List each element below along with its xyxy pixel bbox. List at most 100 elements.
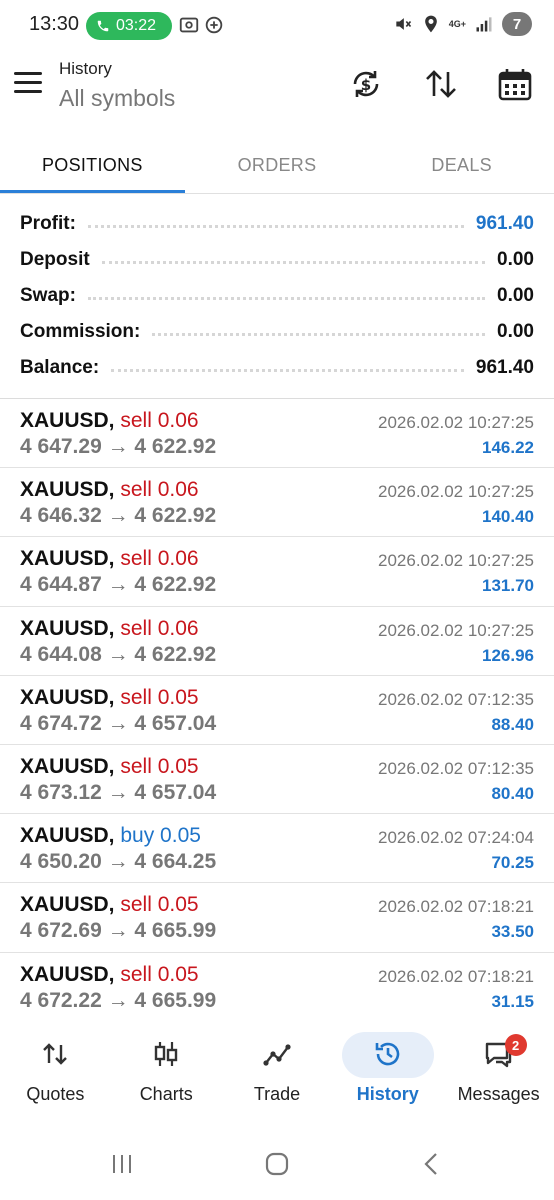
- position-profit: 88.40: [491, 714, 534, 734]
- call-indicator[interactable]: 03:22: [86, 12, 172, 40]
- position-side: sell 0.06: [120, 478, 199, 502]
- arrow-right-icon: →: [101, 919, 135, 943]
- position-symbol: XAUUSD, sell 0.06: [20, 617, 199, 641]
- position-prices: 4 644.87 → 4 622.92: [20, 573, 216, 597]
- open-price: 4 674.72: [20, 711, 102, 735]
- tab-orders[interactable]: ORDERS: [185, 136, 370, 194]
- summary-swap-row: Swap: 0.00: [20, 278, 534, 314]
- close-price: 4 657.04: [134, 780, 217, 804]
- profit-value: 961.40: [475, 213, 534, 234]
- balance-value: 961.40: [475, 357, 534, 378]
- position-time: 2026.02.02 10:27:25: [378, 413, 534, 432]
- open-price: 4 672.22: [20, 988, 102, 1008]
- nav-label: Messages: [457, 1084, 540, 1104]
- position-time: 2026.02.02 07:12:35: [378, 689, 534, 709]
- symbol-text: XAUUSD,: [20, 409, 115, 432]
- position-symbol: XAUUSD, sell 0.06: [20, 547, 199, 571]
- symbol-text: XAUUSD,: [20, 478, 115, 502]
- app-bar: History All symbols $: [0, 52, 554, 136]
- position-prices: 4 646.32 → 4 622.92: [20, 504, 216, 528]
- position-time: 2026.02.02 10:27:25: [378, 620, 534, 640]
- arrow-right-icon: →: [101, 435, 135, 458]
- arrow-right-icon: →: [101, 988, 135, 1008]
- position-row[interactable]: XAUUSD, sell 0.05 4 673.12 → 4 657.04 2026…: [0, 745, 554, 815]
- open-price: 4 647.29: [20, 435, 102, 458]
- position-profit: 131.70: [482, 576, 534, 596]
- position-time: 2026.02.02 10:27:25: [378, 482, 534, 502]
- position-profit: 140.40: [482, 507, 534, 527]
- position-row[interactable]: XAUUSD, sell 0.05 4 672.69 → 4 665.99 2026…: [0, 883, 554, 953]
- position-symbol: XAUUSD, sell 0.06: [20, 409, 199, 433]
- position-row[interactable]: XAUUSD, sell 0.06 4 647.29 → 4 622.92 2026…: [0, 399, 554, 469]
- nav-messages[interactable]: 2 Messages: [443, 1022, 554, 1122]
- position-row[interactable]: XAUUSD, sell 0.06 4 646.32 → 4 622.92 2026…: [0, 468, 554, 538]
- position-symbol: XAUUSD, sell 0.05: [20, 686, 199, 710]
- position-prices: 4 644.08 → 4 622.92: [20, 643, 216, 667]
- symbol-filter[interactable]: All symbols: [59, 85, 175, 112]
- calendar-icon[interactable]: [495, 64, 535, 104]
- nav-charts[interactable]: Charts: [111, 1022, 222, 1122]
- close-price: 4 622.92: [134, 642, 217, 666]
- arrow-right-icon: →: [101, 711, 135, 735]
- menu-icon[interactable]: [14, 72, 44, 96]
- balance-label: Balance:: [20, 357, 100, 378]
- arrow-right-icon: →: [101, 780, 135, 804]
- position-row[interactable]: XAUUSD, buy 0.05 4 650.20 → 4 664.25 2026.…: [0, 814, 554, 884]
- summary-panel: Profit: 961.40 Deposit 0.00 Swap: 0.00 C…: [20, 206, 534, 386]
- summary-commission-row: Commission: 0.00: [20, 314, 534, 350]
- sort-icon[interactable]: [421, 64, 461, 104]
- symbol-text: XAUUSD,: [20, 685, 115, 709]
- active-tab-indicator: [0, 190, 185, 193]
- dotted-leader: [152, 332, 486, 336]
- history-icon: [370, 1036, 406, 1072]
- position-time: 2026.02.02 07:18:21: [378, 897, 534, 917]
- symbol-text: XAUUSD,: [20, 616, 115, 640]
- position-row[interactable]: XAUUSD, sell 0.06 4 644.08 → 4 622.92 2026…: [0, 607, 554, 676]
- positions-list[interactable]: XAUUSD, sell 0.06 4 647.29 → 4 622.92 2026…: [0, 399, 554, 1007]
- dotted-leader: [87, 224, 464, 228]
- trade-icon: [259, 1036, 295, 1072]
- nav-trade[interactable]: Trade: [222, 1022, 333, 1122]
- open-price: 4 673.12: [20, 780, 102, 804]
- position-row[interactable]: XAUUSD, sell 0.06 4 644.87 → 4 622.92 2026…: [0, 537, 554, 607]
- dotted-leader: [101, 260, 486, 264]
- position-prices: 4 672.69 → 4 665.99: [20, 919, 216, 943]
- position-side: sell 0.06: [120, 409, 199, 432]
- position-row[interactable]: XAUUSD, sell 0.05 4 674.72 → 4 657.04 2026…: [0, 676, 554, 745]
- messages-badge: 2: [504, 1034, 527, 1056]
- close-price: 4 665.99: [134, 988, 217, 1008]
- position-side: buy 0.05: [120, 824, 201, 848]
- tab-positions[interactable]: POSITIONS: [0, 136, 185, 194]
- arrow-right-icon: →: [101, 504, 135, 528]
- commission-label: Commission:: [20, 321, 141, 342]
- position-symbol: XAUUSD, buy 0.05: [20, 824, 201, 848]
- position-row[interactable]: XAUUSD, sell 0.05 4 672.22 → 4 665.99 2026…: [0, 953, 554, 1008]
- position-profit: 70.25: [491, 853, 534, 873]
- page-title: History: [59, 59, 112, 78]
- quotes-icon: [37, 1036, 73, 1072]
- close-price: 4 664.25: [134, 850, 217, 874]
- bottom-nav: Quotes Charts Trade History 2 Messages: [0, 1022, 554, 1122]
- close-price: 4 657.04: [134, 711, 217, 735]
- position-time: 2026.02.02 07:24:04: [378, 828, 534, 848]
- arrow-right-icon: →: [101, 850, 135, 874]
- tab-deals[interactable]: DEALS: [369, 136, 554, 194]
- position-side: sell 0.05: [120, 962, 199, 986]
- currency-exchange-icon[interactable]: $: [346, 64, 386, 104]
- nav-history[interactable]: History: [332, 1022, 443, 1122]
- home-icon[interactable]: [257, 1148, 297, 1180]
- tab-divider: [0, 193, 554, 194]
- svg-text:$: $: [361, 76, 371, 94]
- position-prices: 4 650.20 → 4 664.25: [20, 850, 216, 874]
- position-prices: 4 647.29 → 4 622.92: [20, 435, 216, 459]
- back-icon[interactable]: [412, 1148, 452, 1180]
- position-prices: 4 672.22 → 4 665.99: [20, 989, 216, 1008]
- nav-quotes[interactable]: Quotes: [0, 1022, 111, 1122]
- position-symbol: XAUUSD, sell 0.05: [20, 963, 199, 987]
- recent-apps-icon[interactable]: [102, 1148, 142, 1180]
- phone-icon: [97, 20, 109, 32]
- swap-value: 0.00: [497, 285, 534, 306]
- position-symbol: XAUUSD, sell 0.06: [20, 478, 199, 502]
- position-symbol: XAUUSD, sell 0.05: [20, 755, 199, 779]
- location-icon: [424, 15, 437, 33]
